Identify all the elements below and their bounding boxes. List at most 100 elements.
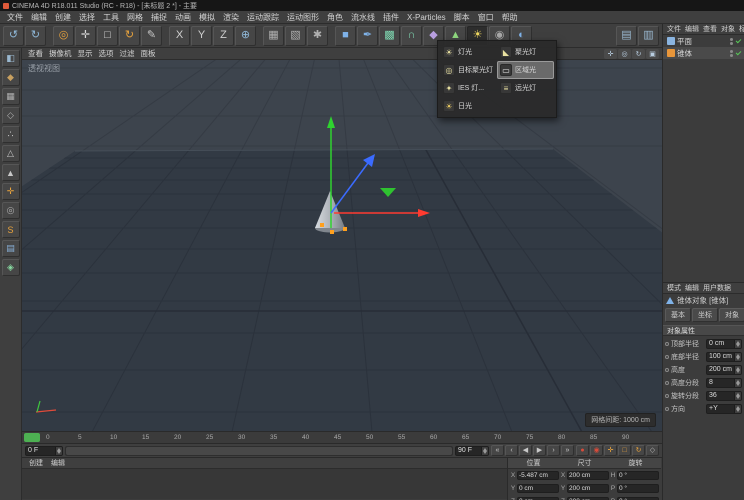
property-input[interactable]: 200 cm — [706, 365, 742, 375]
menu-item[interactable]: 动画 — [171, 12, 195, 23]
viewport-nav-button[interactable]: ◎ — [618, 49, 631, 59]
toolbar-button[interactable]: ∩ — [401, 26, 422, 46]
viewport-nav-button[interactable]: ↻ — [632, 49, 645, 59]
object-name[interactable]: 锥体 — [677, 48, 692, 59]
mode-button[interactable]: ▤ — [2, 240, 20, 257]
toolbar-button[interactable]: ■ — [335, 26, 356, 46]
materials-list[interactable] — [22, 469, 507, 499]
menu-item[interactable]: 选择 — [75, 12, 99, 23]
section-header[interactable]: 对象属性 — [663, 325, 744, 336]
toolbar-button[interactable]: Y — [191, 26, 212, 46]
spinner-icon[interactable] — [734, 340, 741, 348]
layout-button[interactable]: ▤ — [616, 26, 637, 46]
attribute-tab[interactable]: 对象 — [719, 308, 744, 322]
viewport-menu-item[interactable]: 显示 — [75, 48, 96, 59]
toolbar-button[interactable]: ✒ — [357, 26, 378, 46]
toolbar-button[interactable]: ↺ — [3, 26, 24, 46]
mode-button[interactable]: ▲ — [2, 164, 20, 181]
record-button[interactable]: ◇ — [646, 445, 659, 456]
transport-button[interactable]: ◀ — [519, 445, 532, 456]
menu-item[interactable]: 网格 — [123, 12, 147, 23]
menu-item[interactable]: 文件 — [3, 12, 27, 23]
menu-item[interactable]: X-Particles — [403, 13, 450, 22]
object-name[interactable]: 平面 — [677, 36, 692, 47]
toolbar-button[interactable] — [47, 26, 52, 46]
mode-button[interactable]: S — [2, 221, 20, 238]
scene-canvas[interactable] — [22, 60, 662, 431]
mode-button[interactable]: ◇ — [2, 107, 20, 124]
current-frame-field[interactable]: 0 F — [25, 446, 63, 456]
enabled-check-icon[interactable] — [736, 49, 742, 55]
light-menu-item[interactable]: ◣ 聚光灯 — [497, 43, 554, 61]
spinner-icon[interactable] — [734, 405, 741, 413]
viewport-nav-button[interactable]: ✛ — [604, 49, 617, 59]
mode-button[interactable]: △ — [2, 145, 20, 162]
mode-button[interactable]: ◎ — [2, 202, 20, 219]
menu-item[interactable]: 流水线 — [347, 12, 379, 23]
attribute-tab[interactable]: 坐标 — [692, 308, 718, 322]
transport-button[interactable]: ▶ — [533, 445, 546, 456]
spinner-icon[interactable] — [481, 447, 488, 455]
layout-button[interactable]: ▥ — [638, 26, 659, 46]
property-input[interactable]: +Y — [706, 404, 742, 414]
menu-item[interactable]: 角色 — [323, 12, 347, 23]
toolbar-button[interactable]: X — [169, 26, 190, 46]
property-input[interactable]: 0 cm — [706, 339, 742, 349]
keyframe-circle-icon[interactable] — [665, 394, 669, 398]
mode-button[interactable]: ◈ — [2, 259, 20, 276]
attribute-tab[interactable]: 基本 — [665, 308, 691, 322]
visibility-dots-icon[interactable] — [730, 50, 733, 57]
record-button[interactable]: ◉ — [590, 445, 603, 456]
keyframe-circle-icon[interactable] — [665, 381, 669, 385]
menu-item[interactable]: 编辑 — [27, 12, 51, 23]
timeline-range-slider[interactable] — [65, 446, 453, 456]
position-input[interactable]: 0 cm — [517, 484, 559, 493]
toolbar-button[interactable]: ↻ — [119, 26, 140, 46]
enabled-check-icon[interactable] — [736, 37, 742, 43]
timeline-ruler[interactable]: 051015202530354045505560657075808590 — [22, 431, 662, 444]
rotation-input[interactable]: 0 ° — [617, 484, 659, 493]
menu-item[interactable]: 插件 — [379, 12, 403, 23]
viewport[interactable]: 透视视图 网格间距: 1000 cm — [22, 60, 662, 431]
materials-menu-item[interactable]: 编辑 — [47, 458, 69, 468]
keyframe-circle-icon[interactable] — [665, 368, 669, 372]
light-menu-item[interactable]: ◎ 目标聚光灯 — [440, 61, 497, 79]
object-row[interactable]: 锥体 — [663, 47, 744, 59]
record-button[interactable]: ✛ — [604, 445, 617, 456]
menu-item[interactable]: 运动图形 — [283, 12, 323, 23]
toolbar-button[interactable]: ↻ — [25, 26, 46, 46]
record-button[interactable]: ● — [576, 445, 589, 456]
toolbar-button[interactable] — [257, 26, 262, 46]
menu-item[interactable]: 脚本 — [450, 12, 474, 23]
range-grip[interactable] — [66, 447, 452, 455]
size-input[interactable]: 200 cm — [567, 484, 609, 493]
mode-button[interactable]: ∴ — [2, 126, 20, 143]
light-menu-item[interactable]: ≡ 远光灯 — [497, 79, 554, 97]
menu-item[interactable]: 帮助 — [498, 12, 522, 23]
materials-menu-item[interactable]: 创建 — [25, 458, 47, 468]
menu-item[interactable]: 模拟 — [195, 12, 219, 23]
viewport-menu-item[interactable]: 摄像机 — [46, 48, 75, 59]
toolbar-button[interactable]: ✱ — [307, 26, 328, 46]
toolbar-button[interactable]: ▦ — [263, 26, 284, 46]
light-menu-item[interactable]: ☀ 日光 — [440, 97, 497, 115]
toolbar-button[interactable]: ✎ — [141, 26, 162, 46]
property-input[interactable]: 8 — [706, 378, 742, 388]
property-input[interactable]: 36 — [706, 391, 742, 401]
toolbar-button[interactable]: ⊕ — [235, 26, 256, 46]
object-manager-menu-item[interactable]: 标签 — [737, 24, 744, 34]
end-frame-field[interactable]: 90 F — [455, 446, 489, 456]
menu-item[interactable]: 捕捉 — [147, 12, 171, 23]
toolbar-button[interactable]: □ — [97, 26, 118, 46]
keyframe-circle-icon[interactable] — [665, 407, 669, 411]
attribute-menu-item[interactable]: 编辑 — [683, 283, 701, 293]
spinner-icon[interactable] — [55, 447, 62, 455]
viewport-menu-item[interactable]: 查看 — [25, 48, 46, 59]
keyframe-circle-icon[interactable] — [665, 355, 669, 359]
playhead[interactable] — [24, 433, 40, 442]
toolbar-button[interactable] — [329, 26, 334, 46]
light-menu-item[interactable]: ✦ IES 灯... — [440, 79, 497, 97]
toolbar-button[interactable]: ✛ — [75, 26, 96, 46]
spinner-icon[interactable] — [734, 353, 741, 361]
mode-button[interactable]: ✛ — [2, 183, 20, 200]
